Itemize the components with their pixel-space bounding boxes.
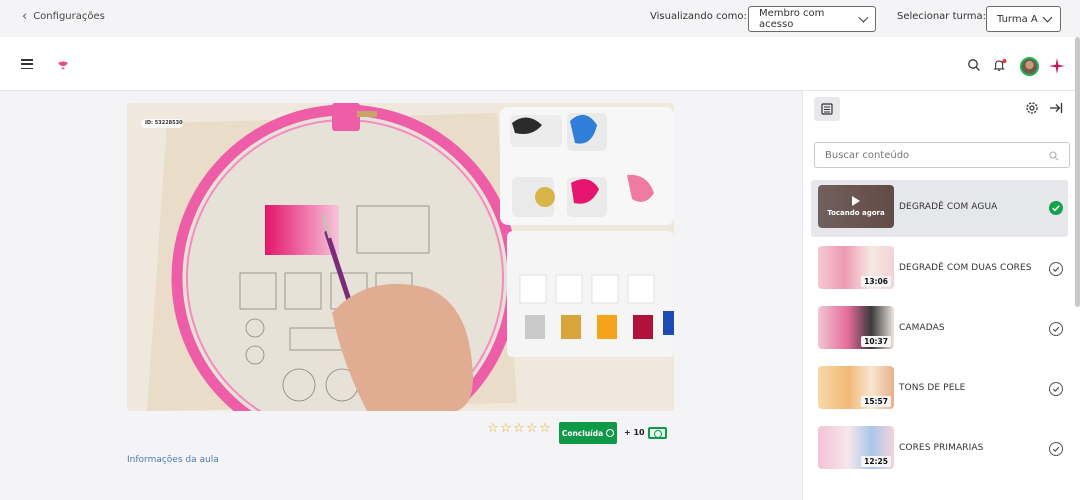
bell-icon[interactable] bbox=[993, 58, 1007, 72]
content-search-input[interactable] bbox=[825, 149, 1045, 161]
rating-stars: ☆ ☆ ☆ ☆ ☆ bbox=[487, 422, 551, 435]
lesson-thumbnail: 10:37 bbox=[818, 306, 894, 349]
lesson-item[interactable]: 10:37 CAMADAS bbox=[811, 301, 1068, 358]
completed-label: Concluída bbox=[561, 428, 604, 438]
check-circle-icon[interactable] bbox=[1049, 262, 1063, 276]
play-icon bbox=[852, 196, 860, 206]
class-select-value: Turma A bbox=[997, 13, 1038, 25]
lesson-item[interactable]: 15:57 TONS DE PELE bbox=[811, 361, 1068, 418]
check-circle-icon bbox=[606, 429, 615, 437]
lesson-duration: 15:57 bbox=[861, 396, 891, 407]
search-icon bbox=[1049, 151, 1059, 161]
lesson-main: ID: 53228530 ☆ ☆ ☆ ☆ ☆ Concluída + 10 In… bbox=[0, 91, 802, 500]
chevron-down-icon bbox=[858, 12, 869, 22]
sparkle-icon[interactable] bbox=[1049, 58, 1065, 74]
list-view-button[interactable] bbox=[814, 97, 840, 121]
lesson-title: CORES PRIMARIAS bbox=[899, 443, 984, 453]
star-icon[interactable]: ☆ bbox=[500, 422, 512, 435]
page-scrollbar[interactable] bbox=[1075, 37, 1080, 307]
lesson-info-link[interactable]: Informações da aula bbox=[127, 455, 219, 465]
star-icon[interactable]: ☆ bbox=[526, 422, 538, 435]
user-avatar[interactable] bbox=[1020, 57, 1039, 76]
now-playing-label: Tocando agora bbox=[827, 209, 885, 217]
chevron-left-icon: ‹ bbox=[22, 8, 28, 24]
content-search bbox=[814, 142, 1070, 168]
view-as-select[interactable]: Membro com acesso bbox=[748, 6, 876, 32]
now-playing-overlay: Tocando agora bbox=[818, 185, 894, 228]
back-label: Configurações bbox=[33, 11, 105, 22]
lesson-thumbnail: 15:57 bbox=[818, 366, 894, 409]
lesson-duration: 12:25 bbox=[861, 456, 891, 467]
brand-logo[interactable] bbox=[57, 61, 69, 71]
completed-button[interactable]: Concluída bbox=[559, 422, 617, 444]
lesson-title: CAMADAS bbox=[899, 323, 945, 333]
star-icon[interactable]: ☆ bbox=[487, 422, 499, 435]
content-sidebar: Tocando agora DEGRADÊ COM AGUA 13:06 DEG… bbox=[802, 91, 1075, 500]
check-circle-icon[interactable] bbox=[1049, 322, 1063, 336]
check-circle-icon[interactable] bbox=[1049, 382, 1063, 396]
admin-topbar: ‹ Configurações Visualizando como: Membr… bbox=[0, 0, 1080, 37]
lesson-item[interactable]: 12:25 CORES PRIMARIAS bbox=[811, 421, 1068, 478]
lesson-duration: 10:37 bbox=[861, 336, 891, 347]
star-icon[interactable]: ☆ bbox=[513, 422, 525, 435]
search-icon[interactable] bbox=[967, 58, 981, 72]
view-as-label: Visualizando como: bbox=[650, 11, 747, 22]
collapse-sidebar-icon[interactable] bbox=[1049, 101, 1063, 115]
class-select-label: Selecionar turma: bbox=[897, 11, 987, 22]
menu-icon[interactable] bbox=[21, 59, 33, 70]
ticket-icon bbox=[648, 427, 667, 439]
back-to-settings-link[interactable]: ‹ Configurações bbox=[22, 8, 105, 24]
lesson-thumbnail: Tocando agora bbox=[818, 185, 894, 228]
lesson-item[interactable]: Tocando agora DEGRADÊ COM AGUA bbox=[811, 180, 1068, 237]
points-label: + 10 bbox=[624, 428, 645, 437]
class-select[interactable]: Turma A bbox=[986, 6, 1061, 32]
lesson-duration: 13:06 bbox=[861, 276, 891, 287]
app-header bbox=[0, 37, 1075, 91]
lesson-title: DEGRADÊ COM AGUA bbox=[899, 202, 998, 212]
video-id-badge: ID: 53228530 bbox=[145, 120, 183, 126]
lesson-title: DEGRADÊ COM DUAS CORES bbox=[899, 263, 1032, 273]
view-as-value: Membro com acesso bbox=[759, 8, 825, 30]
video-frame bbox=[127, 103, 674, 411]
list-icon bbox=[821, 103, 833, 115]
completed-check-icon[interactable] bbox=[1049, 201, 1063, 215]
lesson-item[interactable]: 13:06 DEGRADÊ COM DUAS CORES bbox=[811, 241, 1068, 298]
check-circle-icon[interactable] bbox=[1049, 442, 1063, 456]
lesson-rating: ☆ ☆ ☆ ☆ ☆ bbox=[487, 422, 551, 435]
lesson-thumbnail: 13:06 bbox=[818, 246, 894, 289]
star-icon[interactable]: ☆ bbox=[539, 422, 551, 435]
video-player[interactable]: ID: 53228530 bbox=[127, 103, 674, 411]
gear-icon[interactable] bbox=[1025, 101, 1039, 115]
lesson-thumbnail: 12:25 bbox=[818, 426, 894, 469]
lesson-title: TONS DE PELE bbox=[899, 383, 966, 393]
chevron-down-icon bbox=[1042, 12, 1053, 22]
